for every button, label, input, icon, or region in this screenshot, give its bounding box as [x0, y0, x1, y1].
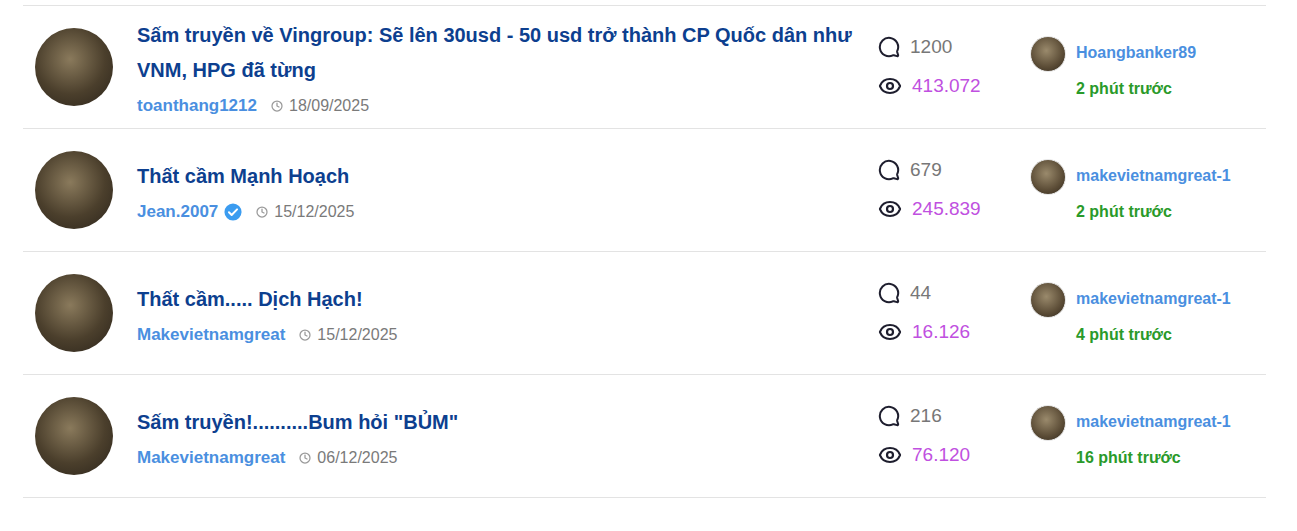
last-post-info: Hoangbanker89 2 phút trước — [1076, 36, 1196, 98]
clock-icon — [256, 206, 268, 218]
eye-icon — [878, 320, 902, 344]
last-post-info: makevietnamgreat-1 16 phút trước — [1076, 405, 1231, 467]
thread-row: Sấm truyền về Vingroup: Sẽ lên 30usd - 5… — [23, 6, 1266, 129]
eye-icon — [878, 443, 902, 467]
last-post-info: makevietnamgreat-1 4 phút trước — [1076, 282, 1231, 344]
thread-row: Thất cầm..... Dịch Hạch! Makevietnamgreat… — [23, 252, 1266, 375]
thread-title[interactable]: Sấm truyền về Vingroup: Sẽ lên 30usd - 5… — [137, 18, 854, 88]
author-avatar[interactable] — [35, 397, 113, 475]
last-post-info: makevietnamgreat-1 2 phút trước — [1076, 159, 1231, 221]
thread-title[interactable]: Sấm truyền!..........Bum hỏi "BỦM" — [137, 405, 854, 440]
last-time: 4 phút trước — [1076, 326, 1231, 344]
last-post: makevietnamgreat-1 2 phút trước — [1030, 159, 1266, 221]
last-post: Hoangbanker89 2 phút trước — [1030, 36, 1266, 98]
thread-list: Sấm truyền về Vingroup: Sẽ lên 30usd - 5… — [23, 5, 1266, 498]
last-user[interactable]: makevietnamgreat-1 — [1076, 290, 1231, 308]
thread-meta: Makevietnamgreat 06/12/2025 — [137, 448, 854, 468]
clock-icon — [299, 329, 311, 341]
thread-main: Thất cầm Mạnh Hoạch Jean.2007 15/12/2025 — [137, 159, 878, 222]
thread-date: 18/09/2025 — [271, 97, 369, 115]
last-time: 2 phút trước — [1076, 80, 1196, 98]
author-avatar[interactable] — [35, 274, 113, 352]
thread-meta: Makevietnamgreat 15/12/2025 — [137, 325, 854, 345]
thread-author[interactable]: Makevietnamgreat — [137, 325, 285, 345]
last-time: 2 phút trước — [1076, 203, 1231, 221]
comment-count: 679 — [878, 159, 1030, 181]
thread-stats: 216 76.120 — [878, 405, 1030, 467]
author-avatar[interactable] — [35, 28, 113, 106]
comment-icon — [878, 36, 900, 58]
last-user-avatar[interactable] — [1030, 36, 1066, 72]
view-count: 413.072 — [878, 74, 1030, 98]
thread-row: Thất cầm Mạnh Hoạch Jean.2007 15/12/2025 67… — [23, 129, 1266, 252]
clock-icon — [271, 100, 283, 112]
thread-meta: Jean.2007 15/12/2025 — [137, 202, 854, 222]
last-user[interactable]: makevietnamgreat-1 — [1076, 167, 1231, 185]
comment-icon — [878, 405, 900, 427]
last-user[interactable]: makevietnamgreat-1 — [1076, 413, 1231, 431]
thread-stats: 44 16.126 — [878, 282, 1030, 344]
last-user-avatar[interactable] — [1030, 282, 1066, 318]
view-count: 16.126 — [878, 320, 1030, 344]
last-user-avatar[interactable] — [1030, 159, 1066, 195]
thread-author[interactable]: toanthang1212 — [137, 96, 257, 116]
last-post: makevietnamgreat-1 16 phút trước — [1030, 405, 1266, 467]
thread-date: 15/12/2025 — [299, 326, 397, 344]
last-post: makevietnamgreat-1 4 phút trước — [1030, 282, 1266, 344]
eye-icon — [878, 197, 902, 221]
thread-meta: toanthang1212 18/09/2025 — [137, 96, 854, 116]
clock-icon — [299, 452, 311, 464]
comment-count: 216 — [878, 405, 1030, 427]
comment-icon — [878, 159, 900, 181]
thread-main: Sấm truyền!..........Bum hỏi "BỦM" Makevi… — [137, 405, 878, 468]
last-time: 16 phút trước — [1076, 449, 1231, 467]
thread-main: Thất cầm..... Dịch Hạch! Makevietnamgreat… — [137, 282, 878, 345]
thread-stats: 1200 413.072 — [878, 36, 1030, 98]
thread-author[interactable]: Jean.2007 — [137, 202, 242, 222]
verified-icon — [224, 203, 242, 221]
view-count: 245.839 — [878, 197, 1030, 221]
last-user[interactable]: Hoangbanker89 — [1076, 44, 1196, 62]
thread-main: Sấm truyền về Vingroup: Sẽ lên 30usd - 5… — [137, 18, 878, 116]
thread-author[interactable]: Makevietnamgreat — [137, 448, 285, 468]
view-count: 76.120 — [878, 443, 1030, 467]
comment-count: 1200 — [878, 36, 1030, 58]
comment-icon — [878, 282, 900, 304]
author-avatar[interactable] — [35, 151, 113, 229]
eye-icon — [878, 74, 902, 98]
thread-date: 15/12/2025 — [256, 203, 354, 221]
thread-title[interactable]: Thất cầm Mạnh Hoạch — [137, 159, 854, 194]
thread-row: Sấm truyền!..........Bum hỏi "BỦM" Makevi… — [23, 375, 1266, 498]
thread-title[interactable]: Thất cầm..... Dịch Hạch! — [137, 282, 854, 317]
last-user-avatar[interactable] — [1030, 405, 1066, 441]
thread-stats: 679 245.839 — [878, 159, 1030, 221]
thread-date: 06/12/2025 — [299, 449, 397, 467]
comment-count: 44 — [878, 282, 1030, 304]
